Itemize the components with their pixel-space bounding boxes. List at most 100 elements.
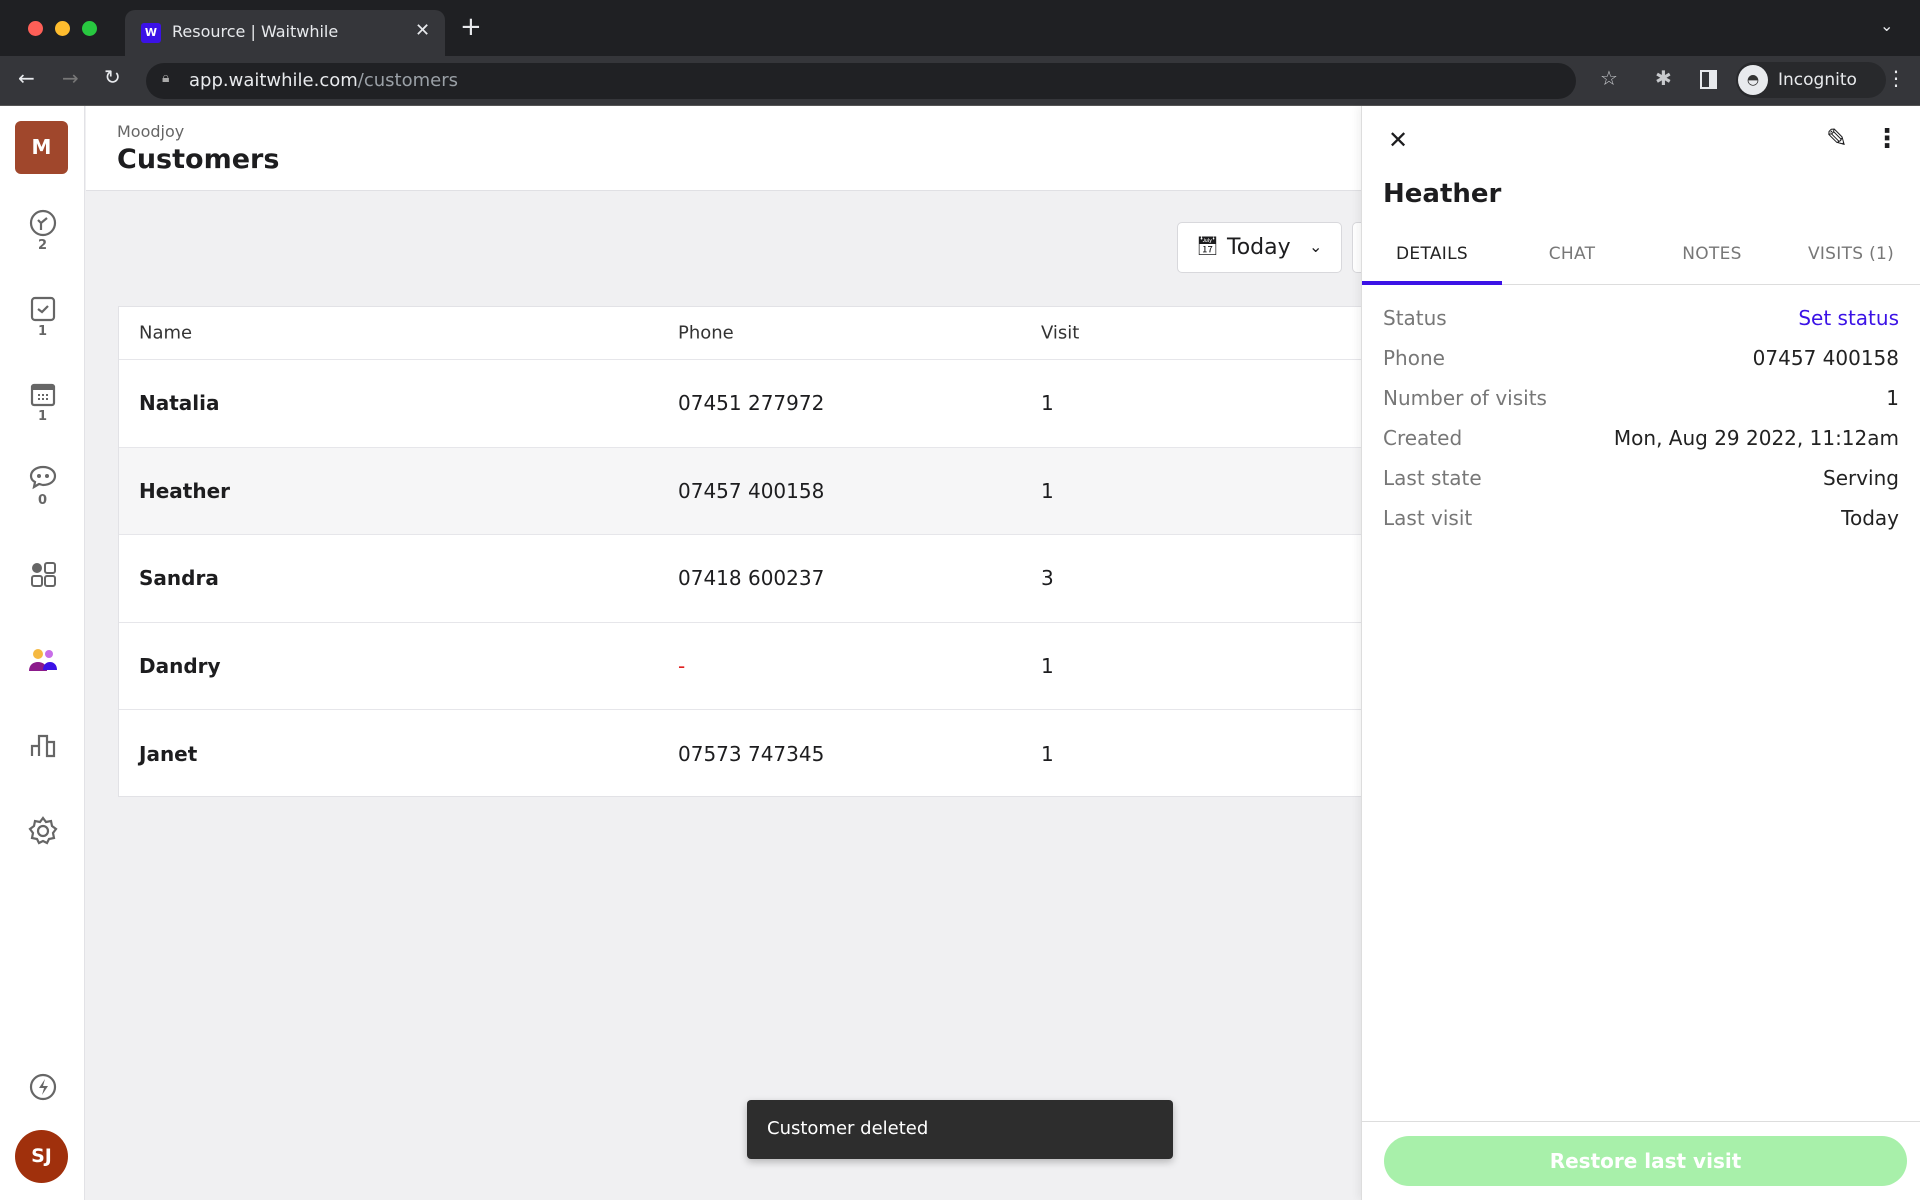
incognito-profile-button[interactable]: ◓ Incognito: [1736, 62, 1886, 98]
visit-count-cell: 1: [1041, 391, 1054, 416]
user-avatar[interactable]: SJ: [15, 1130, 68, 1183]
phone-cell: 07573 747345: [678, 741, 825, 766]
tab-chat[interactable]: CHAT: [1502, 244, 1642, 264]
table-row[interactable]: Janet 07573 747345 1: [119, 709, 1361, 797]
table-row[interactable]: Dandry - 1: [119, 621, 1361, 710]
customers-icon: [28, 649, 57, 671]
detail-value: 1: [1886, 386, 1899, 410]
column-header-phone[interactable]: Phone: [678, 323, 734, 344]
address-bar[interactable]: 🔒︎ app.waitwhile.com/customers: [146, 63, 1576, 99]
waitlist-count: 2: [37, 238, 48, 253]
org-avatar[interactable]: M: [15, 121, 68, 174]
phone-cell: 07418 600237: [678, 566, 825, 591]
detail-row-number-of-visits: Number of visits 1: [1383, 386, 1899, 426]
sidebar-item-analytics[interactable]: [0, 730, 85, 760]
detail-row-phone: Phone 07457 400158: [1383, 346, 1899, 386]
browser-menu-icon[interactable]: ⋮: [1886, 66, 1906, 90]
tab-visits[interactable]: VISITS (1): [1781, 244, 1920, 264]
org-name: Moodjoy: [117, 122, 185, 141]
new-tab-icon[interactable]: +: [460, 12, 482, 42]
tab-search-icon[interactable]: ⌄: [1880, 16, 1893, 35]
sidebar-item-checkin[interactable]: 1: [0, 294, 85, 339]
chevron-down-icon: ⌄: [1309, 237, 1323, 256]
browser-tab-bar: W Resource | Waitwhile ✕ + ⌄: [0, 0, 1920, 56]
detail-label: Last state: [1383, 466, 1482, 490]
table-header: Name Phone Visit: [119, 307, 1361, 359]
detail-label: Status: [1383, 306, 1447, 330]
phone-cell: 07457 400158: [678, 478, 825, 503]
profile-label: Incognito: [1778, 70, 1857, 90]
side-panel-icon[interactable]: [1700, 70, 1717, 89]
tab-notes[interactable]: NOTES: [1642, 244, 1782, 264]
customer-name-cell: Heather: [139, 478, 231, 503]
customer-detail-panel: ✕ ✎ ⋮ Heather DETAILS CHAT NOTES VISITS …: [1361, 106, 1920, 1200]
customer-name-cell: Dandry: [139, 654, 221, 679]
lightning-icon: [29, 1073, 56, 1101]
phone-cell: 07451 277972: [678, 391, 825, 416]
bookmark-star-icon[interactable]: ☆: [1600, 66, 1618, 90]
close-panel-icon[interactable]: ✕: [1388, 126, 1408, 154]
set-status-link[interactable]: Set status: [1798, 306, 1899, 330]
detail-label: Created: [1383, 426, 1463, 450]
close-window-button[interactable]: [28, 21, 43, 36]
close-tab-icon[interactable]: ✕: [415, 20, 430, 41]
sidebar: M 2 1 1 0 SJ: [0, 106, 85, 1200]
sidebar-item-waitlist[interactable]: 2: [0, 208, 85, 253]
page-title: Customers: [117, 144, 280, 175]
sidebar-item-chat[interactable]: 0: [0, 463, 85, 508]
detail-row-status: Status Set status: [1383, 306, 1899, 346]
checkin-count: 1: [37, 324, 48, 339]
reload-icon[interactable]: ↻: [104, 65, 121, 89]
tab-title: Resource | Waitwhile: [172, 22, 339, 41]
sidebar-item-calendar[interactable]: 1: [0, 379, 85, 424]
detail-row-last-visit: Last visit Today: [1383, 506, 1899, 546]
table-row[interactable]: Natalia 07451 277972 1: [119, 359, 1361, 447]
detail-row-last-state: Last state Serving: [1383, 466, 1899, 506]
more-options-icon[interactable]: ⋮: [1874, 124, 1900, 154]
settings-icon: [27, 816, 58, 845]
detail-value: Mon, Aug 29 2022, 11:12am: [1613, 426, 1899, 450]
detail-label: Phone: [1383, 346, 1445, 370]
calendar-count: 1: [37, 409, 48, 424]
maximize-window-button[interactable]: [82, 21, 97, 36]
date-filter-label: Today: [1227, 235, 1291, 260]
tab-details[interactable]: DETAILS: [1362, 244, 1502, 264]
visit-count-cell: 1: [1041, 478, 1054, 503]
column-header-visit[interactable]: Visit: [1041, 323, 1079, 344]
date-filter-dropdown[interactable]: 📅︎ Today ⌄: [1177, 222, 1342, 273]
customer-name-cell: Natalia: [139, 391, 220, 416]
whats-new-button[interactable]: [0, 1072, 85, 1102]
apps-icon: [30, 562, 56, 587]
visit-count-cell: 1: [1041, 654, 1054, 679]
edit-icon[interactable]: ✎: [1826, 124, 1848, 154]
calendar-icon: 📅︎: [1196, 236, 1219, 257]
chat-icon: [29, 465, 56, 490]
footer-divider: [1362, 1121, 1920, 1122]
back-icon[interactable]: ←: [18, 66, 35, 90]
customers-table: Name Phone Visit Natalia 07451 277972 1H…: [118, 306, 1361, 797]
checkin-icon: [30, 296, 55, 322]
customer-name: Heather: [1383, 179, 1502, 209]
detail-value: 07457 400158: [1752, 346, 1899, 370]
customer-name-cell: Sandra: [139, 566, 219, 591]
restore-last-visit-button[interactable]: Restore last visit: [1384, 1136, 1907, 1186]
sidebar-item-customers[interactable]: [0, 645, 85, 675]
waitwhile-favicon-icon: W: [141, 23, 161, 43]
visit-count-cell: 1: [1041, 741, 1054, 766]
sidebar-item-settings[interactable]: [0, 815, 85, 847]
forward-icon[interactable]: →: [62, 66, 79, 90]
browser-tab[interactable]: W Resource | Waitwhile ✕: [125, 10, 445, 56]
sidebar-item-apps[interactable]: [0, 559, 85, 589]
customer-name-cell: Janet: [139, 741, 198, 766]
page-header: Moodjoy Customers: [86, 106, 1361, 191]
table-row[interactable]: Heather 07457 400158 1: [119, 446, 1361, 535]
column-header-name[interactable]: Name: [139, 323, 192, 344]
url-host: app.waitwhile.com: [189, 70, 358, 91]
minimize-window-button[interactable]: [55, 21, 70, 36]
lock-icon: 🔒︎: [162, 70, 170, 86]
active-tab-indicator: [1362, 281, 1502, 285]
extensions-icon[interactable]: ✱: [1655, 66, 1672, 90]
toast-notification: Customer deleted: [747, 1100, 1173, 1159]
detail-label: Number of visits: [1383, 386, 1547, 410]
table-row[interactable]: Sandra 07418 600237 3: [119, 534, 1361, 622]
